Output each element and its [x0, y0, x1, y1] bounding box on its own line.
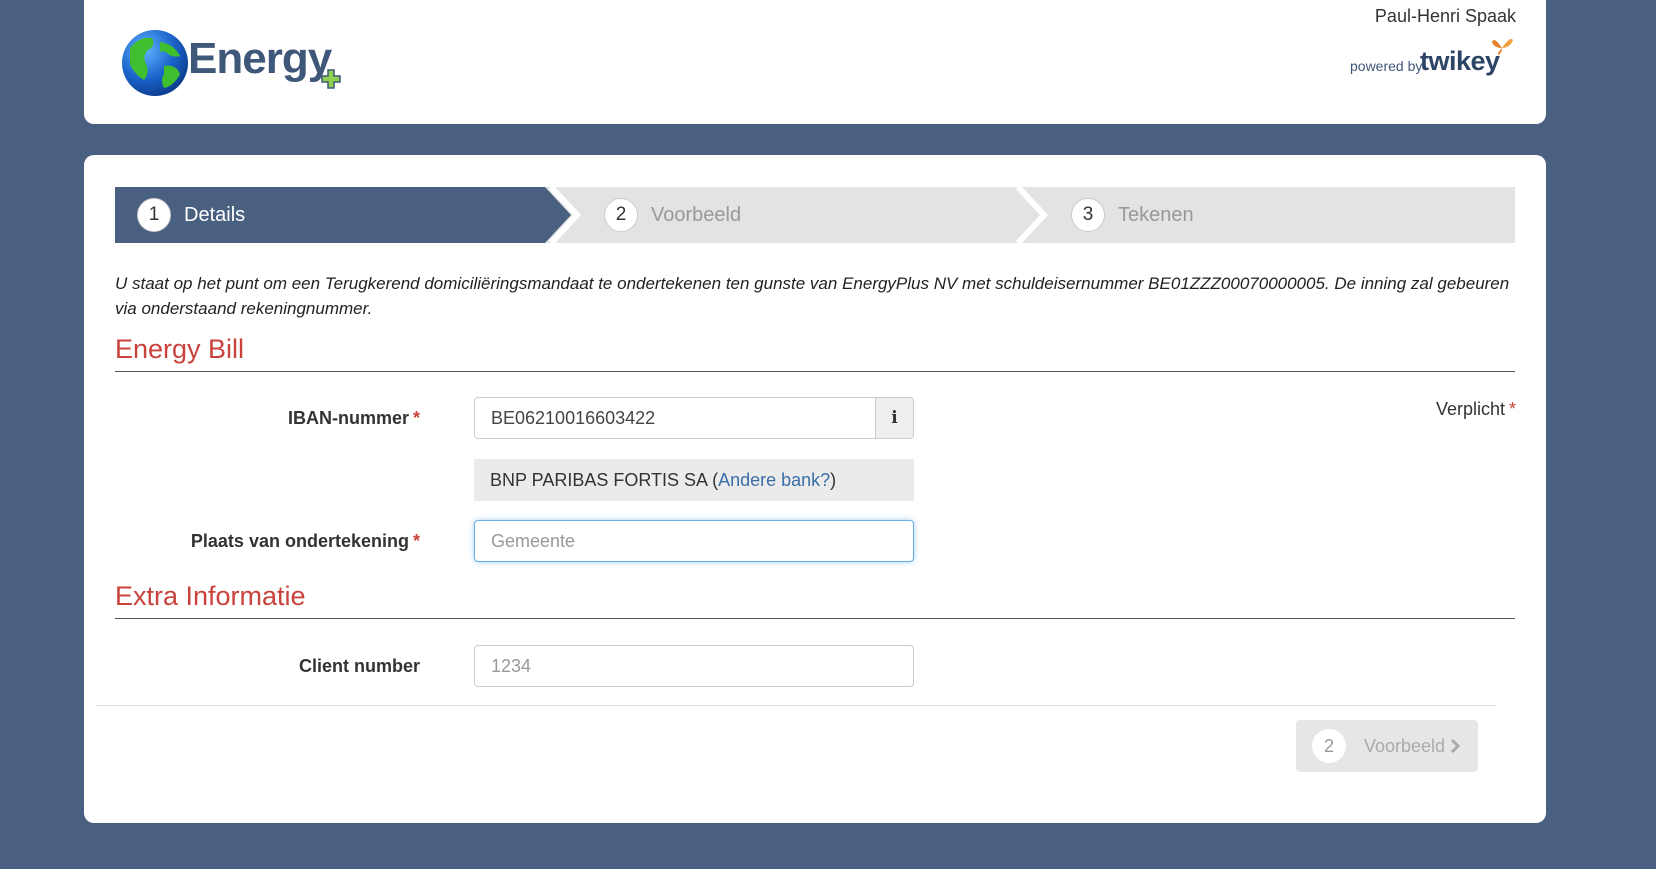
user-name: Paul-Henri Spaak — [1374, 6, 1516, 26]
chevron-right-icon — [1451, 738, 1461, 754]
section-title-energy-bill: Energy Bill — [115, 334, 245, 364]
required-marker: * — [1508, 399, 1516, 419]
place-input[interactable] — [474, 520, 914, 562]
next-step-number: 2 — [1312, 729, 1346, 763]
step-number: 2 — [604, 198, 638, 232]
section-divider — [115, 618, 1515, 619]
step-voorbeeld[interactable]: 2 Voorbeeld — [604, 187, 741, 243]
required-note-text: Verplicht — [1435, 399, 1505, 419]
step-label: Voorbeeld — [651, 203, 742, 226]
required-note: Verplicht * — [1436, 399, 1516, 420]
bank-suffix: ) — [830, 469, 837, 490]
place-label: Plaats van ondertekening * — [100, 531, 420, 552]
powered-by-text: powered by — [1350, 58, 1423, 74]
globe-icon — [122, 30, 188, 96]
iban-label-text: IBAN-nummer — [287, 408, 409, 428]
powered-by-twikey: powered by twikey — [1350, 36, 1520, 76]
plus-icon — [321, 69, 341, 89]
iban-input[interactable] — [474, 397, 876, 439]
stepper: 1 Details 2 Voorbeeld 3 Tekenen — [115, 187, 1515, 243]
client-number-input[interactable] — [474, 645, 914, 687]
iban-input-group: i — [474, 397, 914, 439]
next-step-label: Voorbeeld — [1364, 735, 1446, 756]
step-tekenen[interactable]: 3 Tekenen — [1071, 187, 1194, 243]
butterfly-icon — [1492, 39, 1513, 55]
step-number: 3 — [1071, 198, 1105, 232]
required-marker: * — [412, 531, 420, 551]
section-title-extra-info: Extra Informatie — [115, 581, 306, 611]
other-bank-link[interactable]: Andere bank? — [718, 470, 830, 491]
required-marker: * — [412, 408, 420, 428]
footer-divider — [96, 705, 1496, 706]
energy-logo[interactable]: Energy — [120, 28, 350, 100]
place-label-text: Plaats van ondertekening — [190, 531, 409, 551]
section-divider — [115, 371, 1515, 372]
twikey-brand: twikey — [1420, 46, 1500, 76]
bank-name: BNP PARIBAS FORTIS SA ( — [490, 469, 719, 490]
mandate-intro-text: U staat op het punt om een Terugkerend d… — [115, 274, 1510, 318]
header-card: Energy Paul-Henri Spaak powered by twike… — [84, 0, 1546, 124]
step-label: Tekenen — [1118, 203, 1194, 226]
main-card: 1 Details 2 Voorbeeld 3 Tekenen U staat … — [84, 155, 1546, 823]
bank-name-box: BNP PARIBAS FORTIS SA (Andere bank?) — [474, 459, 914, 501]
next-step-button[interactable]: 2 Voorbeeld — [1296, 720, 1478, 772]
logo-text: Energy — [188, 34, 332, 83]
step-number: 1 — [137, 198, 171, 232]
info-icon[interactable]: i — [875, 397, 914, 439]
step-details[interactable]: 1 Details — [137, 187, 245, 243]
iban-label: IBAN-nummer * — [100, 408, 420, 429]
client-number-label: Client number — [298, 656, 420, 676]
step-label: Details — [184, 203, 246, 226]
